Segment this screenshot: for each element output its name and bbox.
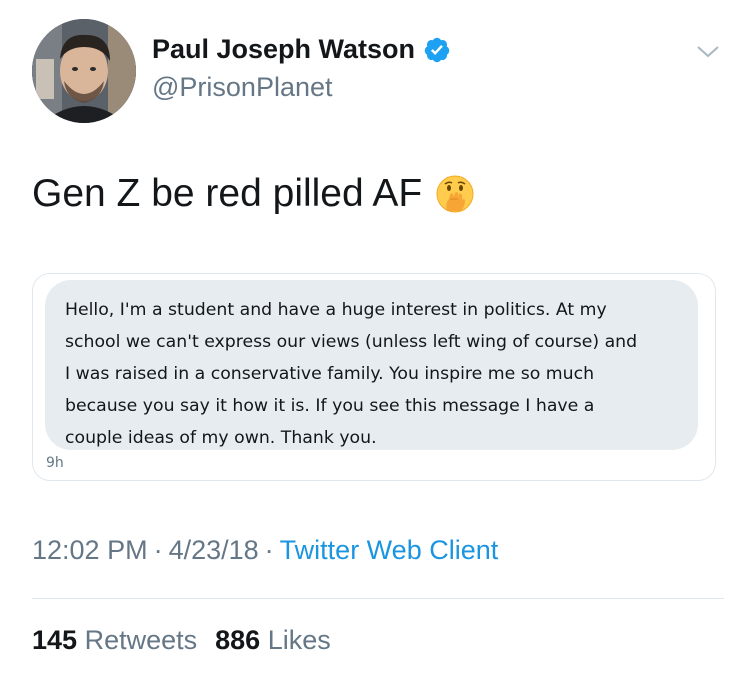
message-time: 9h: [46, 455, 64, 471]
tweet-time[interactable]: 12:02 PM: [32, 535, 148, 565]
meta-separator: ·: [264, 535, 274, 565]
verified-badge-icon: [423, 36, 451, 64]
avatar-photo: [32, 19, 136, 123]
tweet-text: Gen Z be red pilled AF: [32, 172, 423, 215]
likes-stat[interactable]: 886 Likes: [215, 625, 331, 655]
divider: [32, 598, 724, 599]
avatar[interactable]: [32, 19, 136, 123]
tweet-meta: 12:02 PM · 4/23/18 · Twitter Web Client: [32, 535, 498, 566]
message-line: Hello, I'm a student and have a huge int…: [65, 300, 607, 320]
author-handle[interactable]: @PrisonPlanet: [152, 72, 333, 103]
author-name[interactable]: Paul Joseph Watson: [152, 34, 415, 65]
retweets-count: 145: [32, 625, 78, 655]
retweets-label: Retweets: [84, 625, 198, 655]
message-line: because you say it how it is. If you see…: [65, 396, 595, 416]
likes-count: 886: [215, 625, 261, 655]
quoted-message-card[interactable]: Hello, I'm a student and have a huge int…: [32, 273, 716, 481]
message-line: I was raised in a conservative family. Y…: [65, 364, 595, 384]
face-with-hand-over-mouth-icon: [436, 175, 474, 213]
author-name-row[interactable]: Paul Joseph Watson: [152, 34, 451, 65]
tweet-text-row: Gen Z be red pilled AF: [32, 172, 474, 216]
message-line: school we can't express our views (unles…: [65, 332, 638, 352]
tweet: Paul Joseph Watson @PrisonPlanet Gen Z b…: [0, 0, 750, 674]
message-bubble: Hello, I'm a student and have a huge int…: [45, 280, 698, 450]
retweets-stat[interactable]: 145 Retweets: [32, 625, 197, 655]
likes-label: Likes: [267, 625, 331, 655]
meta-separator: ·: [153, 535, 163, 565]
message-line: couple ideas of my own. Thank you.: [65, 428, 377, 448]
tweet-date[interactable]: 4/23/18: [169, 535, 259, 565]
client-link[interactable]: Twitter Web Client: [280, 535, 499, 565]
tweet-stats: 145 Retweets 886 Likes: [32, 625, 331, 656]
chevron-down-icon[interactable]: [696, 44, 720, 60]
